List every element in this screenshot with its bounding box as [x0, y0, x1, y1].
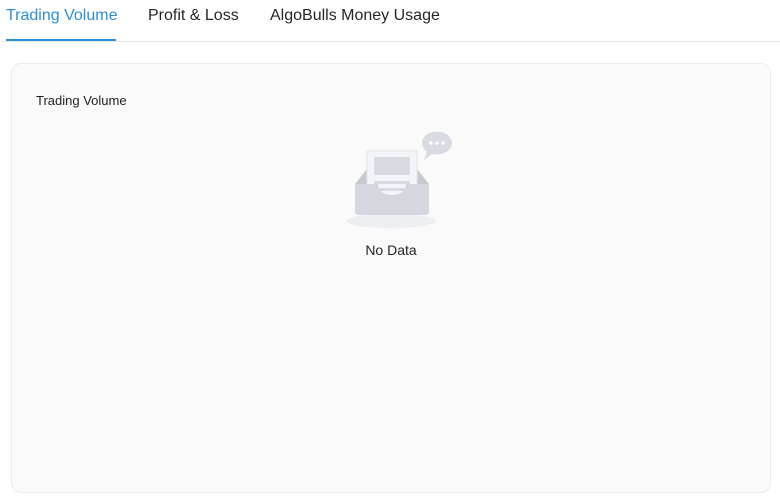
empty-state-text: No Data [365, 242, 417, 258]
tab-trading-volume[interactable]: Trading Volume [6, 6, 117, 26]
tab-profit-loss[interactable]: Profit & Loss [148, 6, 239, 26]
card-title: Trading Volume [36, 93, 127, 108]
tab-bar: Trading Volume Profit & Loss AlgoBulls M… [0, 0, 780, 42]
active-tab-indicator [6, 39, 116, 41]
empty-inbox-icon [346, 131, 452, 228]
trading-volume-card: Trading Volume No Data [11, 63, 771, 493]
tab-algobulls-money-usage[interactable]: AlgoBulls Money Usage [270, 6, 440, 26]
